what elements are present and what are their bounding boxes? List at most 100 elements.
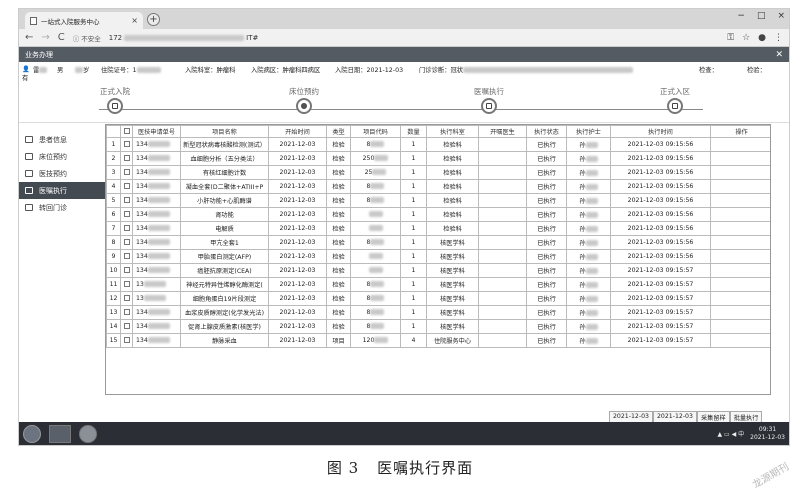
close-window-button[interactable]: × <box>777 11 785 21</box>
cell-status: 已执行 <box>526 319 567 334</box>
row-checkbox[interactable] <box>123 253 130 259</box>
cell-select[interactable] <box>120 151 133 166</box>
table-row[interactable]: 11 13 神经元特异性烯醇化酶测定(2021-12-03 检验 8 1 核医学科 已执行孙 2… <box>106 277 770 292</box>
sidebar-item-5[interactable]: 转回门诊 <box>19 199 105 216</box>
cell-operation[interactable] <box>710 151 770 166</box>
cell-operation[interactable] <box>710 305 770 320</box>
cell-select[interactable] <box>120 137 133 152</box>
table-row[interactable]: 5 134 小肝功能+心肌酶谱 2021-12-03 检验 8 1 检验科 已执行孙 2021-1… <box>106 193 770 208</box>
cell-operation[interactable] <box>710 277 770 292</box>
cell-select[interactable] <box>120 207 133 222</box>
cell-select[interactable] <box>120 305 133 320</box>
table-row[interactable]: 2 134 血细胞分析（五分类法） 2021-12-03 检验 250 1 检验科 已执行孙 20… <box>106 151 770 166</box>
cell-operation[interactable] <box>710 333 770 348</box>
cell-select[interactable] <box>120 319 133 334</box>
star-icon[interactable]: ☆ <box>742 33 750 43</box>
select-all-checkbox[interactable] <box>123 128 130 134</box>
row-checkbox[interactable] <box>123 225 130 231</box>
cell-operation[interactable] <box>710 291 770 306</box>
row-checkbox[interactable] <box>123 309 130 315</box>
redacted-value <box>147 183 170 189</box>
cell-operation[interactable] <box>710 207 770 222</box>
step-bed-reservation[interactable]: 床位预约 <box>269 86 339 114</box>
cell-app: 134 <box>132 263 181 278</box>
table-row[interactable]: 12 13 细胞角蛋白19片段测定 2021-12-03 检验 8 1 核医学科 已执行孙 202… <box>106 291 770 306</box>
file-explorer-icon[interactable] <box>49 424 71 443</box>
close-icon[interactable]: ✕ <box>775 50 783 60</box>
sidebar-item-3[interactable]: 医技预约 <box>19 165 105 182</box>
table-row[interactable]: 10 134 癌胚抗原测定(CEA) 2021-12-03 检验 1 核医学科 已执行孙 202… <box>106 263 770 278</box>
cell-operation[interactable] <box>710 235 770 250</box>
table-row[interactable]: 3 134 有核红细胞计数 2021-12-03 检验 25 1 检验科 已执行孙 2021-12… <box>106 165 770 180</box>
sidebar-item-1[interactable]: 患者信息 <box>19 131 105 148</box>
sidebar-item-2[interactable]: 床位预约 <box>19 148 105 165</box>
new-tab-button[interactable]: + <box>147 13 160 26</box>
cell-select[interactable] <box>120 333 133 348</box>
row-checkbox[interactable] <box>123 183 130 189</box>
table-row[interactable]: 15 134 静脉采血 2021-12-03 项目 120 4 住院服务中心 已执行孙 2021-… <box>106 333 770 348</box>
table-row[interactable]: 6 134 肾功能 2021-12-03 检验 1 检验科 已执行孙 2021-12-03 09… <box>106 207 770 222</box>
clock[interactable]: 09:31 2021-12-03 <box>750 426 785 442</box>
cell-select[interactable] <box>120 221 133 236</box>
cell-operation[interactable] <box>710 137 770 152</box>
step-ward-entry[interactable]: 正式入区 <box>640 86 710 114</box>
cell-select[interactable] <box>120 263 133 278</box>
row-checkbox[interactable] <box>123 169 130 175</box>
cell-select[interactable] <box>120 179 133 194</box>
tray-icons[interactable]: ▲ ▭ ◀ 中 <box>718 429 745 438</box>
cell-operation[interactable] <box>710 193 770 208</box>
column-header[interactable] <box>120 125 133 138</box>
row-checkbox[interactable] <box>123 211 130 217</box>
sidebar-item-4[interactable]: 医嘱执行 <box>19 182 105 199</box>
cell-select[interactable] <box>120 291 133 306</box>
row-checkbox[interactable] <box>123 239 130 245</box>
row-checkbox[interactable] <box>123 281 130 287</box>
row-checkbox[interactable] <box>123 323 130 329</box>
table-row[interactable]: 8 134 甲亢全套1 2021-12-03 检验 8 1 核医学科 已执行孙 2021-12-0… <box>106 235 770 250</box>
chrome-icon[interactable] <box>79 424 97 443</box>
cell-operation[interactable] <box>710 165 770 180</box>
cell-operation[interactable] <box>710 221 770 236</box>
browser-tab[interactable]: 一站式入院服务中心 × <box>25 12 143 29</box>
url-field[interactable]: 172 IT# <box>109 34 719 42</box>
cell-select[interactable] <box>120 193 133 208</box>
menu-icon[interactable]: ⋮ <box>774 33 783 43</box>
cell-select[interactable] <box>120 235 133 250</box>
start-button[interactable] <box>23 424 41 443</box>
row-checkbox[interactable] <box>123 295 130 301</box>
key-icon[interactable]: ⚿ <box>727 33 734 43</box>
security-indicator[interactable]: ⓘ 不安全 <box>73 33 101 43</box>
profile-icon[interactable]: ● <box>758 33 766 43</box>
table-row[interactable]: 7 134 电解质 2021-12-03 检验 1 检验科 已执行孙 2021-12-03 09… <box>106 221 770 236</box>
cell-operation[interactable] <box>710 179 770 194</box>
cell-dept: 核医学科 <box>426 291 479 306</box>
table-row[interactable]: 14 134 促肾上腺皮质激素(核医学) 2021-12-03 检验 8 1 核医学科 已执行孙… <box>106 319 770 334</box>
cell-operation[interactable] <box>710 249 770 264</box>
cell-operation[interactable] <box>710 263 770 278</box>
cell-status: 已执行 <box>526 249 567 264</box>
table-row[interactable]: 4 134 凝血全套(D二聚体+ATIII+P 2021-12-03 检验 8 1 检验科 已执… <box>106 179 770 194</box>
table-row[interactable]: 9 134 甲胎蛋白测定(AFP) 2021-12-03 检验 1 核医学科 已执行孙 2021… <box>106 249 770 264</box>
table-row[interactable]: 13 134 血浆皮质醇测定(化学发光法) 2021-12-03 检验 8 1 核医学科 已执行… <box>106 305 770 320</box>
back-icon[interactable]: ← <box>25 32 33 43</box>
step-formal-admission[interactable]: 正式入院 <box>80 86 150 114</box>
step-order-execution[interactable]: 医嘱执行 <box>454 86 524 114</box>
orders-table-container[interactable]: 医技申请单号 项目名称 开始时间 类型 项目代码 数量 执行科室 开嘱医生 执行状态 执行护士 执行… <box>105 124 771 395</box>
reload-icon[interactable]: C <box>58 32 65 43</box>
cell-select[interactable] <box>120 249 133 264</box>
redacted-value <box>585 296 598 302</box>
cell-operation[interactable] <box>710 319 770 334</box>
row-checkbox[interactable] <box>123 337 130 343</box>
row-checkbox[interactable] <box>123 155 130 161</box>
table-row[interactable]: 1 134 新型冠状病毒核酸检测(测试） 2021-12-03 检验 8 1 检验科 已执行孙 2… <box>106 137 770 152</box>
cell-select[interactable] <box>120 165 133 180</box>
row-checkbox[interactable] <box>123 141 130 147</box>
maximize-button[interactable]: □ <box>757 11 766 21</box>
cell-dept: 检验科 <box>426 165 479 180</box>
minimize-button[interactable]: − <box>737 11 745 21</box>
row-checkbox[interactable] <box>123 197 130 203</box>
forward-icon[interactable]: → <box>41 32 49 43</box>
cell-select[interactable] <box>120 277 133 292</box>
row-checkbox[interactable] <box>123 267 130 273</box>
tab-close-icon[interactable]: × <box>131 16 138 25</box>
